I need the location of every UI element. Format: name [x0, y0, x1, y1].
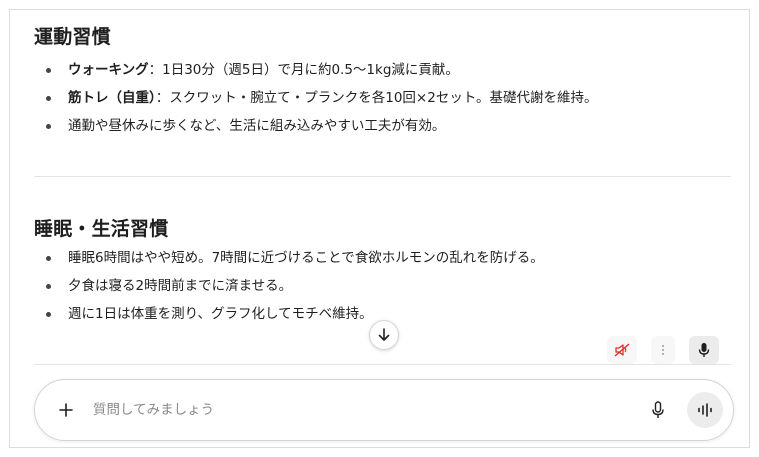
- more-vert-icon: [662, 345, 664, 355]
- voice-mode-button[interactable]: [687, 392, 723, 428]
- mic-icon: [652, 401, 664, 418]
- mic-icon: [698, 343, 710, 357]
- item-text: 夕食は寝る2時間前までに済ませる。: [68, 278, 293, 294]
- chat-panel: 運動習慣 ウォーキング：1日30分（週5日）で月に約0.5〜1kg減に貢献。 筋…: [9, 9, 750, 448]
- add-attachment-button[interactable]: [51, 395, 81, 425]
- list-item: 筋トレ（自重）：スクワット・腕立て・プランクを各10回×2セット。基礎代謝を維持…: [34, 84, 724, 112]
- message-composer: [34, 379, 734, 441]
- chat-response: 運動習慣 ウォーキング：1日30分（週5日）で月に約0.5〜1kg減に貢献。 筋…: [10, 10, 749, 370]
- item-text: 週に1日は体重を測り、グラフ化してモチベ維持。: [68, 306, 373, 322]
- list-item: ウォーキング：1日30分（週5日）で月に約0.5〜1kg減に貢献。: [34, 56, 724, 84]
- muted-audio-button[interactable]: [607, 336, 637, 364]
- item-text: ：スクワット・腕立て・プランクを各10回×2セット。基礎代謝を維持。: [155, 90, 598, 106]
- response-toolbar: [607, 336, 723, 364]
- section-title-exercise: 運動習慣: [34, 26, 111, 48]
- section-divider: [34, 176, 731, 177]
- sleep-list: 睡眠6時間はやや短め。7時間に近づけることで食欲ホルモンの乱れを防げる。 夕食は…: [34, 244, 724, 328]
- item-text: 睡眠6時間はやや短め。7時間に近づけることで食欲ホルモンの乱れを防げる。: [68, 250, 544, 266]
- list-item: 睡眠6時間はやや短め。7時間に近づけることで食欲ホルモンの乱れを防げる。: [34, 244, 724, 272]
- item-bold: ウォーキング: [68, 62, 149, 78]
- exercise-list: ウォーキング：1日30分（週5日）で月に約0.5〜1kg減に貢献。 筋トレ（自重…: [34, 56, 724, 140]
- voice-wave-icon: [698, 403, 712, 417]
- arrow-down-icon: [378, 328, 390, 341]
- more-options-button[interactable]: [651, 336, 675, 364]
- speaker-muted-icon: [614, 343, 630, 357]
- scroll-to-bottom-button[interactable]: [369, 320, 399, 350]
- section-title-sleep: 睡眠・生活習慣: [34, 218, 169, 240]
- item-text: 通勤や昼休みに歩くなど、生活に組み込みやすい工夫が有効。: [68, 118, 446, 134]
- item-text: ：1日30分（週5日）で月に約0.5〜1kg減に貢献。: [148, 62, 459, 78]
- plus-icon: [59, 403, 73, 417]
- dictate-button[interactable]: [689, 336, 719, 364]
- prompt-input[interactable]: [93, 398, 613, 422]
- composer-mic-button[interactable]: [643, 395, 673, 425]
- list-item: 通勤や昼休みに歩くなど、生活に組み込みやすい工夫が有効。: [34, 112, 724, 140]
- bottom-divider: [34, 364, 731, 365]
- list-item: 夕食は寝る2時間前までに済ませる。: [34, 272, 724, 300]
- item-bold: 筋トレ（自重）: [68, 90, 156, 106]
